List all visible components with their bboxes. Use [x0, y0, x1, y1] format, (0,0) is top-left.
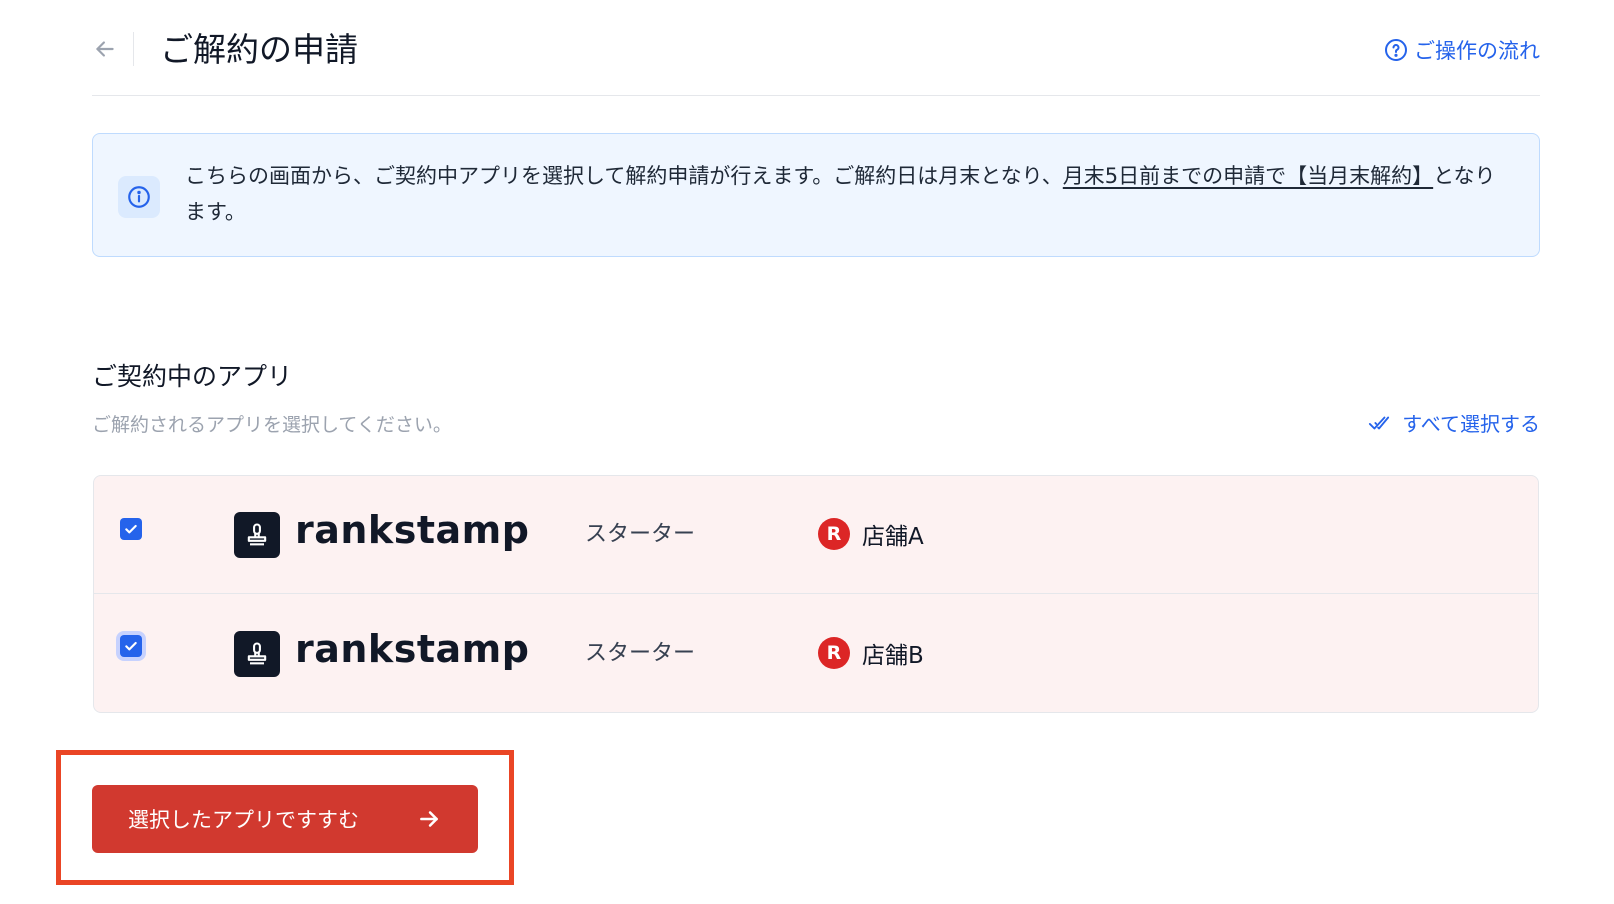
app-row[interactable]: rankstamp スターター R 店舗A — [94, 476, 1538, 594]
store-badge: R — [818, 518, 850, 550]
page-header: ご解約の申請 ご操作の流れ — [92, 24, 1540, 96]
info-text-before: こちらの画面から、ご契約中アプリを選択して解約申請が行えます。ご解約日は月末とな… — [185, 164, 1063, 188]
store-name: 店舗A — [862, 524, 924, 550]
app-logo-text: rankstamp — [295, 627, 530, 671]
double-check-icon — [1369, 416, 1390, 429]
info-circle-icon — [118, 176, 160, 218]
stamp-icon — [234, 631, 280, 677]
store-badge: R — [818, 637, 850, 669]
app-checkbox[interactable] — [120, 518, 142, 540]
app-list: rankstamp スターター R 店舗A rankstamp スターター R … — [93, 475, 1539, 713]
stamp-icon — [234, 512, 280, 558]
app-logo-text: rankstamp — [295, 508, 530, 552]
operation-flow-label: ご操作の流れ — [1414, 39, 1540, 63]
info-notice: こちらの画面から、ご契約中アプリを選択して解約申請が行えます。ご解約日は月末とな… — [92, 133, 1540, 257]
info-text: こちらの画面から、ご契約中アプリを選択して解約申請が行えます。ご解約日は月末とな… — [185, 158, 1505, 230]
app-checkbox[interactable] — [120, 635, 142, 657]
plan-name: スターター — [585, 522, 696, 547]
proceed-selected-apps-button[interactable]: 選択したアプリですすむ — [92, 785, 478, 853]
question-circle-icon — [1385, 39, 1407, 61]
section-title: ご契約中のアプリ — [92, 362, 293, 391]
back-arrow-icon[interactable] — [92, 36, 118, 62]
page-title: ご解約の申請 — [160, 30, 358, 69]
select-all-button[interactable]: すべて選択する — [1368, 408, 1540, 437]
app-row[interactable]: rankstamp スターター R 店舗B — [94, 595, 1538, 712]
proceed-button-label: 選択したアプリですすむ — [128, 808, 359, 832]
section-subtitle: ご解約されるアプリを選択してください。 — [92, 414, 452, 436]
check-icon — [125, 524, 137, 534]
store-name: 店舗B — [862, 643, 924, 669]
header-divider — [133, 32, 134, 66]
select-all-label: すべて選択する — [1402, 412, 1540, 436]
plan-name: スターター — [585, 641, 696, 666]
operation-flow-link[interactable]: ご操作の流れ — [1384, 35, 1540, 65]
cancellation-deadline-link[interactable]: 月末5日前までの申請で【当月末解約】 — [1063, 164, 1433, 188]
arrow-right-icon — [420, 811, 438, 827]
check-icon — [125, 641, 137, 651]
